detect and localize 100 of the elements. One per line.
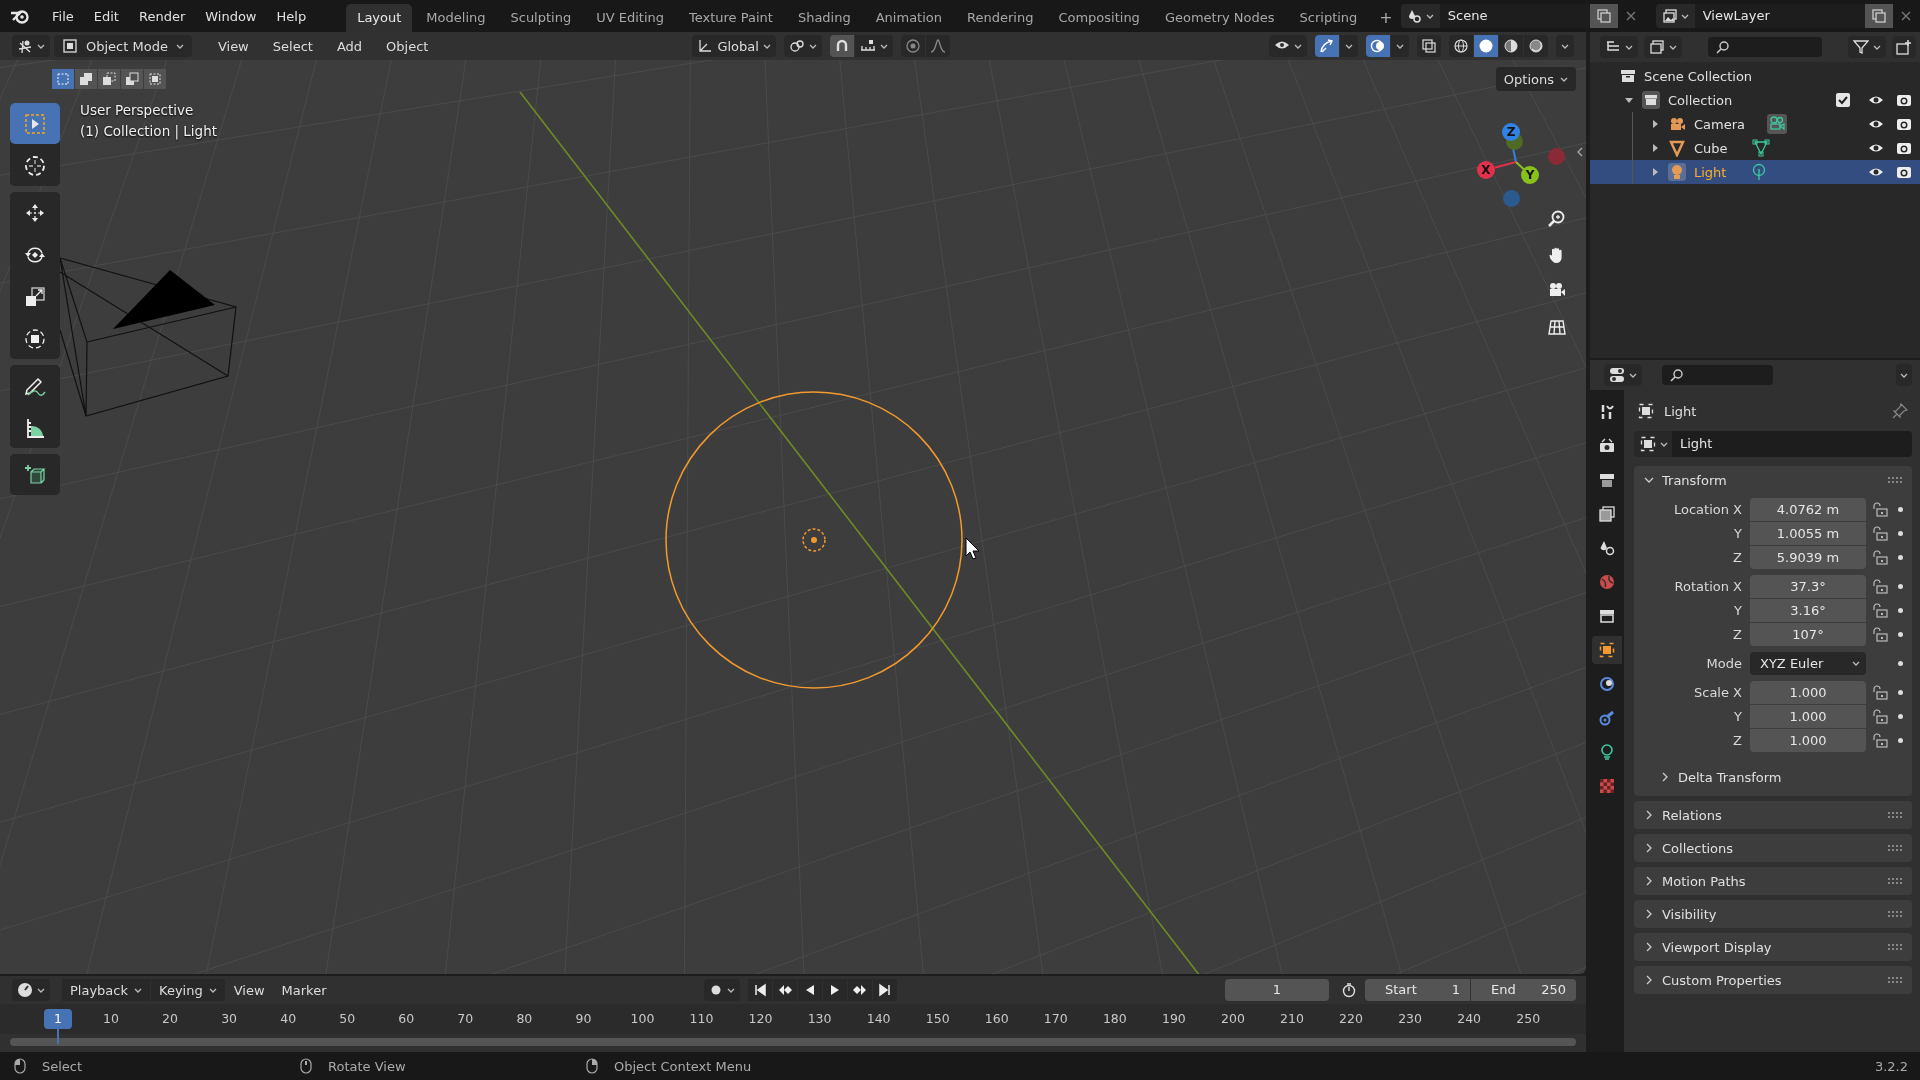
padlock-icon[interactable] [1872,549,1888,566]
number-field[interactable]: 37.3° [1750,575,1866,598]
snap-toggle[interactable] [829,35,854,57]
menu-item[interactable]: Render [128,8,196,24]
workspace-tab[interactable]: Texture Paint [678,4,784,32]
menu-item[interactable]: Edit [83,8,129,24]
shading-mode-button[interactable] [1449,35,1473,57]
panel-header[interactable]: Motion Paths [1634,867,1912,895]
pivot-dropdown[interactable] [783,35,822,57]
selection-mode-button[interactable] [121,69,143,89]
mode-dropdown[interactable]: Object Mode [54,35,192,57]
panel-header[interactable]: Viewport Display [1634,933,1912,961]
stopwatch-icon[interactable] [1341,982,1357,999]
number-field[interactable]: 1.0055 m [1750,522,1866,545]
menu-item[interactable]: Help [266,8,317,24]
menu-item[interactable]: Object [376,38,439,54]
pin-icon[interactable] [1892,403,1908,419]
drag-grip-icon[interactable] [1888,812,1902,818]
menu-item[interactable]: Playback [62,979,150,1002]
play-reverse-button[interactable] [798,979,823,1002]
number-field[interactable]: 4.0762 m [1750,498,1866,521]
axis-handle[interactable]: Z [1502,123,1520,141]
new-collection-button[interactable] [1892,36,1916,58]
keyframe-dot[interactable] [1898,531,1903,536]
padlock-icon[interactable] [1872,732,1888,749]
camera-icon[interactable] [1896,116,1912,132]
camera-icon[interactable] [1896,164,1912,180]
editor-type-button[interactable] [1604,364,1642,386]
number-field[interactable]: 5.9039 m [1750,546,1866,569]
outliner-item[interactable]: Collection [1668,92,1733,108]
editor-type-button[interactable] [12,35,50,57]
next-keyframe-button[interactable] [848,979,873,1002]
workspace-tab[interactable]: Scripting [1288,4,1369,32]
jump-start-button[interactable] [748,979,773,1002]
properties-tab[interactable] [1592,636,1622,664]
menu-item[interactable]: Window [195,8,267,24]
number-field[interactable]: 1.000 [1750,729,1866,752]
copy-scene-button[interactable] [1589,4,1618,28]
scrollbar[interactable] [10,1038,1576,1047]
padlock-icon[interactable] [1872,684,1888,701]
workspace-tab[interactable]: Modeling [415,4,497,32]
number-field[interactable]: 3.16° [1750,599,1866,622]
menu-item[interactable]: Add [326,38,373,54]
expanded-arrow-icon[interactable] [1624,95,1634,105]
padlock-icon[interactable] [1872,602,1888,619]
filter-view-dropdown[interactable] [1644,36,1682,58]
orientation-dropdown[interactable]: Global [692,35,776,57]
options-dropdown[interactable]: Options [1495,67,1576,91]
3d-viewport[interactable]: Object Mode View Select Add Object Global Options User Perspective (1) Collection | Light Z X Y [0,32,1586,975]
editor-type-button[interactable] [12,979,50,1002]
negative-z-axis-dot[interactable] [1503,190,1520,207]
snap-target-dropdown[interactable] [854,35,893,57]
exclude-checkbox[interactable] [1836,93,1850,107]
keyframe-dot[interactable] [1898,690,1903,695]
falloff-dropdown[interactable] [925,35,950,57]
panel-header[interactable]: Visibility [1634,900,1912,928]
drag-grip-icon[interactable] [1888,845,1902,851]
start-frame-field[interactable]: Start 1 [1365,979,1470,1002]
drag-grip-icon[interactable] [1888,977,1902,983]
previous-keyframe-button[interactable] [773,979,798,1002]
axis-handle[interactable]: Y [1521,166,1539,184]
drag-grip-icon[interactable] [1888,477,1902,483]
panel-header[interactable]: Collections [1634,834,1912,862]
workspace-tab[interactable]: Sculpting [499,4,583,32]
view-layer-browse-button[interactable] [1655,4,1695,28]
keyframe-dot[interactable] [1898,555,1903,560]
panel-header[interactable]: Transform [1634,466,1912,494]
workspace-tab[interactable]: UV Editing [585,4,675,32]
workspace-tab[interactable]: Shading [786,4,862,32]
keyframe-dot[interactable] [1898,632,1903,637]
padlock-icon[interactable] [1872,525,1888,542]
outliner-row[interactable]: Cube [1590,136,1920,160]
padlock-icon[interactable] [1872,578,1888,595]
menu-item[interactable]: Select [262,38,323,54]
number-field[interactable]: 1.000 [1750,681,1866,704]
keyframe-dot[interactable] [1898,738,1903,743]
number-field[interactable]: 1.000 [1750,705,1866,728]
current-frame-field[interactable]: 1 [1225,979,1329,1002]
visibility-dropdown[interactable] [1269,35,1307,57]
movie-camera-icon[interactable] [1767,114,1788,134]
padlock-icon[interactable] [1872,626,1888,643]
scene-browse-button[interactable] [1400,4,1440,28]
shading-mode-button[interactable] [1474,35,1498,57]
collapsed-arrow-icon[interactable] [1650,167,1660,177]
filter-dropdown[interactable] [1848,36,1886,58]
light-drawing[interactable] [665,391,963,689]
padlock-icon[interactable] [1872,708,1888,725]
search-field[interactable] [1662,365,1773,385]
menu-item[interactable]: View [225,979,273,1002]
axis-handle[interactable]: X [1477,161,1495,179]
outliner-row[interactable]: Camera [1590,112,1920,136]
scene-name-field[interactable]: Scene [1439,4,1590,28]
workspace-tab[interactable]: Rendering [956,4,1045,32]
gizmo-toggle[interactable] [1315,35,1339,57]
outliner-item[interactable]: Light [1694,164,1727,180]
keyframe-dot[interactable] [1898,608,1903,613]
number-field[interactable]: 107° [1750,623,1866,646]
display-mode-dropdown[interactable] [1600,36,1638,58]
proportional-edit-toggle[interactable] [900,35,925,57]
shading-mode-button[interactable] [1499,35,1523,57]
